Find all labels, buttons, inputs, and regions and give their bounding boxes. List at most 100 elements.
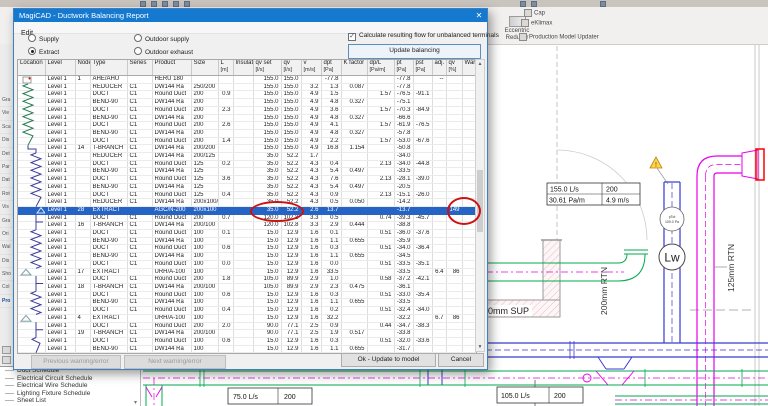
palette-item[interactable]: Sca [0,121,13,134]
table-row[interactable]: Level 1REDUCERC1DW144 Ra200x100/1235.052… [18,199,476,207]
browser-item-sheet-list[interactable]: Sheet List [0,397,140,405]
table-row[interactable]: Level 1DUCTC1Round Duct1250.235.052.24.3… [18,160,476,168]
table-row[interactable]: Level 1DUCTC1Round Duct2002.090.077.12.5… [18,322,476,330]
scroll-up-icon[interactable]: ▲ [476,61,484,67]
next-warning-button[interactable]: Next warning/error [124,355,226,369]
column-header[interactable]: K factor [341,60,367,76]
table-row[interactable]: Level 114T-BRANCHC1DW144 Ra200/200155.01… [18,145,476,153]
palette-item[interactable]: Dis [0,255,13,268]
column-header[interactable]: L[m] [218,60,233,76]
update-balancing-button[interactable]: Update balancing [348,44,481,59]
column-header[interactable]: Warnings [462,60,476,76]
radio-supply[interactable]: Supply [28,34,59,42]
column-header[interactable]: Insulation [233,60,253,76]
table-row[interactable]: Level 1DUCTC1Round Duct1000.415.012.91.6… [18,307,476,315]
quick-access-toolbar[interactable] [0,0,768,7]
table-row[interactable]: Level 1DUCTC1Round Duct2000.7120.0102.83… [18,214,476,222]
palette-item[interactable]: Vie [0,107,13,120]
flow-tag-105[interactable]: 105.0 L/s 200 [497,387,583,403]
table-row[interactable]: Level 1BEND-90C1DW144 Ra200155.0155.04.9… [18,99,476,107]
table-row[interactable]: Level 1DUCTC1Round Duct1000.615.012.91.6… [18,245,476,253]
table-row[interactable]: Level 1DUCTC1Round Duct2002.6155.0155.04… [18,122,476,130]
palette-item[interactable]: Dis [0,134,13,147]
table-row[interactable]: Level 11AHE/AHUHERU 180155.0155.0-77.8-7… [18,76,476,84]
palette-item[interactable]: Sho [0,268,13,281]
column-header[interactable]: qv[%] [446,60,462,76]
balancing-table[interactable]: LocationLevelNodeTypeSeriesProductSizeL[… [18,60,477,353]
column-header[interactable]: adj. [432,60,446,76]
close-icon[interactable]: ✕ [471,9,487,22]
table-row[interactable]: Level 1DUCTC1Round Duct1253.635.052.24.3… [18,176,476,184]
radio-outdoor-exhaust[interactable]: Outdoor exhaust [134,47,193,55]
table-row[interactable]: Level 1BEND-90C1DW144 Ra10015.012.91.61.… [18,299,476,307]
scroll-thumb[interactable] [477,170,483,232]
table-row[interactable]: Level 1DUCTC1Round Duct2000.9155.0155.04… [18,91,476,99]
column-header[interactable]: Size [191,60,218,76]
palette-item[interactable]: Par [0,161,13,174]
column-header[interactable]: dp/L[Pa/m] [367,60,394,76]
column-header[interactable]: pt[Pa] [394,60,413,76]
duct-data-tag[interactable]: 155.0 L/s 200 30.61 Pa/m 4.9 m/s [547,183,640,205]
palette-item[interactable]: Rot [0,188,13,201]
properties-palette[interactable]: GraVieScaDisDetParDatRotVisGraOriWalDisS… [0,44,14,366]
radio-extract-circle[interactable] [28,47,36,55]
palette-item[interactable]: Gra [0,94,13,107]
previous-warning-button[interactable]: Previous warning/error [31,355,121,369]
table-row[interactable]: Level 119T-BRANCHC1DW144 Ra200/10090.077… [18,330,476,338]
palette-item[interactable]: Det [0,148,13,161]
column-header[interactable]: Level [45,60,75,76]
browser-scroll-caret[interactable]: ▾ [134,399,137,406]
column-header[interactable]: Location [18,60,45,76]
table-row[interactable]: Level 1BEND-90C1DW144 Ra200155.0155.04.9… [18,129,476,137]
radio-outdoor-supply[interactable]: Outdoor supply [134,34,189,42]
table-row[interactable]: Level 1BEND-90C1DW144 Ra200155.0155.04.9… [18,114,476,122]
column-header[interactable]: Product [152,60,191,76]
dialog-titlebar[interactable]: MagiCAD - Ductwork Balancing Report ✕ [14,9,487,22]
radio-supply-circle[interactable] [28,34,36,42]
table-row[interactable]: Level 117EXTRACTURH/A-10010015.012.91.63… [18,268,476,276]
table-scrollbar[interactable]: ▲ ▼ [475,59,485,352]
palette-item[interactable]: Col [0,281,13,294]
table-row[interactable]: Level 1BEND-90C1DW144 Ra10015.012.91.61.… [18,253,476,261]
radio-outdoor-supply-circle[interactable] [134,34,142,42]
checkbox-unbalanced-terminals[interactable]: ✓Calculate resulting flow for unbalanced… [348,32,499,40]
radio-extract[interactable]: Extract [28,47,59,55]
palette-item[interactable]: Ori [0,228,13,241]
palette-item[interactable]: Dat [0,174,13,187]
table-row[interactable]: Level 14EXTRACTURH/A-10010015.012.91.632… [18,314,476,322]
checkbox-icon[interactable]: ✓ [348,33,356,41]
palette-item[interactable]: Gra [0,215,13,228]
column-header[interactable]: Node [75,60,90,76]
column-header[interactable]: Series [127,60,152,76]
palette-item[interactable]: Wal [0,241,13,254]
table-row[interactable]: Level 1BEND-90C1DW144 Ra12535.052.24.35.… [18,168,476,176]
pressure-circle-tag[interactable]: pTot 100.0 Pa [660,207,684,231]
project-browser[interactable]: Duct Schedule Electrical Circuit Schedul… [0,366,141,406]
table-row[interactable]: Level 1REDUCERC1DW144 Ra250/200155.0155.… [18,83,476,91]
table-row[interactable]: Level 1DUCTC1Round Duct1000.615.012.91.6… [18,291,476,299]
table-row[interactable]: Level 1REDUCERC1DW144 Ra200/12535.052.21… [18,153,476,161]
ok-update-button[interactable]: Ok - Update to model [341,353,436,367]
cancel-button[interactable]: Cancel [438,353,484,367]
radio-outdoor-exhaust-circle[interactable] [134,47,142,55]
column-header[interactable]: qv[l/s] [281,60,301,76]
table-row[interactable]: Level 1DUCTC1Round Duct1000.015.012.91.6… [18,260,476,268]
column-header[interactable]: Type [90,60,127,76]
table-row[interactable]: Level 116T-BRANCHC1DW144 Ra200/100120.01… [18,222,476,230]
table-row[interactable]: Level 1DUCTC1Round Duct2001.4155.0155.04… [18,137,476,145]
palette-item[interactable]: Vis [0,201,13,214]
table-row[interactable]: Level 118T-BRANCHC1DW144 Ra200/100105.08… [18,283,476,291]
lw-circle-tag[interactable]: Lw [659,244,685,270]
canvas-warning-icon[interactable]: ! [650,157,668,184]
flow-tag-75[interactable]: 75.0 L/s 200 [228,388,312,404]
properties-icon[interactable] [2,346,11,354]
column-header[interactable]: dpt[Pa] [321,60,341,76]
table-row[interactable]: Level 1DUCTC1Round Duct2001.8105.089.92.… [18,276,476,284]
table-row[interactable]: Level 1DUCTC1Round Duct1250.435.052.24.3… [18,191,476,199]
properties-icon[interactable] [2,356,11,364]
column-header[interactable]: qv set[l/s] [253,60,281,76]
browser-item-lighting-fixture-schedule[interactable]: Lighting Fixture Schedule [0,390,140,398]
browser-item-electrical-circuit-schedule[interactable]: Electrical Circuit Schedule [0,375,140,383]
scroll-down-icon[interactable]: ▼ [476,344,484,350]
palette-item[interactable]: Pro [0,295,13,308]
